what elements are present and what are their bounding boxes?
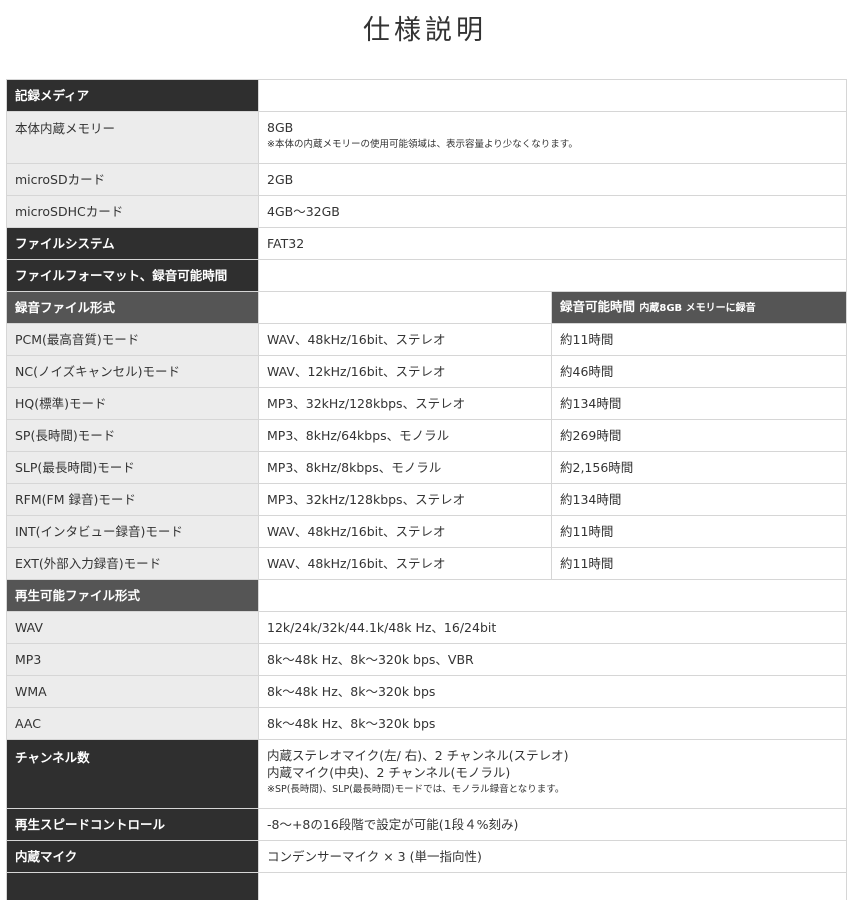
internal-memory-label: 本体内蔵メモリー xyxy=(6,111,259,164)
filesystem-label: ファイルシステム xyxy=(6,227,259,260)
rec-mode-format: MP3、8kHz/8kbps、モノラル xyxy=(258,451,552,484)
rec-mode-time: 約269時間 xyxy=(551,419,847,452)
table-row: AAC 8k～48k Hz、8k～320k bps xyxy=(6,707,847,740)
table-row: EXT(外部入力録音)モード WAV、48kHz/16bit、ステレオ 約11時… xyxy=(6,547,847,580)
table-row: RFM(FM 録音)モード MP3、32kHz/128kbps、ステレオ 約13… xyxy=(6,483,847,516)
table-row: microSDHCカード 4GB～32GB xyxy=(6,195,847,228)
rec-time-header-note: 内蔵8GB メモリーに録音 xyxy=(639,303,756,314)
table-row: 内蔵マイク コンデンサーマイク × 3 (単一指向性) xyxy=(6,840,847,873)
playback-header: 再生可能ファイル形式 xyxy=(6,579,259,612)
filesystem-value: FAT32 xyxy=(258,227,847,260)
rec-mode-format: MP3、32kHz/128kbps、ステレオ xyxy=(258,387,552,420)
next-row-label xyxy=(6,872,259,900)
table-row: 録音ファイル形式 録音可能時間 内蔵8GB メモリーに録音 xyxy=(6,291,847,324)
rec-mode-label: HQ(標準)モード xyxy=(6,387,259,420)
table-row: SP(長時間)モード MP3、8kHz/64kbps、モノラル 約269時間 xyxy=(6,419,847,452)
table-row: INT(インタビュー録音)モード WAV、48kHz/16bit、ステレオ 約1… xyxy=(6,515,847,548)
playback-format-label: WMA xyxy=(6,675,259,708)
internal-memory-note: ※本体の内蔵メモリーの使用可能領域は、表示容量より少なくなります。 xyxy=(267,139,578,150)
internal-memory-cell: 8GB ※本体の内蔵メモリーの使用可能領域は、表示容量より少なくなります。 xyxy=(258,111,847,164)
table-row: PCM(最高音質)モード WAV、48kHz/16bit、ステレオ 約11時間 xyxy=(6,323,847,356)
microsdhc-value: 4GB～32GB xyxy=(258,195,847,228)
rec-format-header: 録音ファイル形式 xyxy=(6,291,259,324)
rec-mode-time: 約11時間 xyxy=(551,323,847,356)
rec-mode-label: NC(ノイズキャンセル)モード xyxy=(6,355,259,388)
channels-note: ※SP(長時間)、SLP(最長時間)モードでは、モノラル録音となります。 xyxy=(267,784,565,795)
playback-format-value: 8k～48k Hz、8k～320k bps xyxy=(258,675,847,708)
spec-table: 記録メディア 本体内蔵メモリー 8GB ※本体の内蔵メモリーの使用可能領域は、表… xyxy=(6,79,847,900)
rec-mode-time: 約11時間 xyxy=(551,547,847,580)
playback-format-value: 12k/24k/32k/44.1k/48k Hz、16/24bit xyxy=(258,611,847,644)
rec-mode-format: WAV、48kHz/16bit、ステレオ xyxy=(258,515,552,548)
mic-value: コンデンサーマイク × 3 (単一指向性) xyxy=(258,840,847,873)
mic-label: 内蔵マイク xyxy=(6,840,259,873)
table-row: 再生可能ファイル形式 xyxy=(6,579,847,612)
table-row: 記録メディア xyxy=(6,79,847,112)
table-row xyxy=(6,872,847,900)
speed-control-value: -8～+8の16段階で設定が可能(1段４%刻み) xyxy=(258,808,847,841)
rec-mode-time: 約134時間 xyxy=(551,483,847,516)
table-row: SLP(最長時間)モード MP3、8kHz/8kbps、モノラル 約2,156時… xyxy=(6,451,847,484)
channels-label: チャンネル数 xyxy=(6,739,259,809)
rec-time-header-label: 録音可能時間 xyxy=(560,299,636,314)
rec-mode-label: SP(長時間)モード xyxy=(6,419,259,452)
rec-mode-format: WAV、48kHz/16bit、ステレオ xyxy=(258,547,552,580)
playback-format-value: 8k～48k Hz、8k～320k bps、VBR xyxy=(258,643,847,676)
playback-format-value: 8k～48k Hz、8k～320k bps xyxy=(258,707,847,740)
rec-mode-label: SLP(最長時間)モード xyxy=(6,451,259,484)
rec-mode-format: WAV、12kHz/16bit、ステレオ xyxy=(258,355,552,388)
page-title: 仕様説明 xyxy=(363,15,487,46)
rec-mode-format: MP3、8kHz/64kbps、モノラル xyxy=(258,419,552,452)
table-row: MP3 8k～48k Hz、8k～320k bps、VBR xyxy=(6,643,847,676)
rec-mode-time: 約134時間 xyxy=(551,387,847,420)
table-row: WAV 12k/24k/32k/44.1k/48k Hz、16/24bit xyxy=(6,611,847,644)
rec-time-header: 録音可能時間 内蔵8GB メモリーに録音 xyxy=(551,291,847,324)
rec-mode-label: RFM(FM 録音)モード xyxy=(6,483,259,516)
microsd-value: 2GB xyxy=(258,163,847,196)
rec-mode-label: PCM(最高音質)モード xyxy=(6,323,259,356)
table-row: ファイルシステム FAT32 xyxy=(6,227,847,260)
channels-cell: 内蔵ステレオマイク(左/ 右)、2 チャンネル(ステレオ) 内蔵マイク(中央)、… xyxy=(258,739,847,809)
table-row: microSDカード 2GB xyxy=(6,163,847,196)
table-row: チャンネル数 内蔵ステレオマイク(左/ 右)、2 チャンネル(ステレオ) 内蔵マ… xyxy=(6,739,847,809)
rec-mode-format: MP3、32kHz/128kbps、ステレオ xyxy=(258,483,552,516)
table-row: HQ(標準)モード MP3、32kHz/128kbps、ステレオ 約134時間 xyxy=(6,387,847,420)
table-row: WMA 8k～48k Hz、8k～320k bps xyxy=(6,675,847,708)
media-header: 記録メディア xyxy=(6,79,259,112)
table-row: 本体内蔵メモリー 8GB ※本体の内蔵メモリーの使用可能領域は、表示容量より少な… xyxy=(6,111,847,164)
channels-line-1: 内蔵ステレオマイク(左/ 右)、2 チャンネル(ステレオ) xyxy=(267,748,569,763)
table-row: ファイルフォーマット、録音可能時間 xyxy=(6,259,847,292)
microsdhc-label: microSDHCカード xyxy=(6,195,259,228)
playback-format-label: AAC xyxy=(6,707,259,740)
table-row: NC(ノイズキャンセル)モード WAV、12kHz/16bit、ステレオ 約46… xyxy=(6,355,847,388)
spec-page: 仕様説明 記録メディア 本体内蔵メモリー 8GB ※本体の内蔵メモリーの使用可能… xyxy=(0,0,850,900)
internal-memory-value: 8GB xyxy=(267,120,294,135)
rec-mode-time: 約46時間 xyxy=(551,355,847,388)
rec-mode-label: INT(インタビュー録音)モード xyxy=(6,515,259,548)
rec-mode-label: EXT(外部入力録音)モード xyxy=(6,547,259,580)
rec-mode-time: 約11時間 xyxy=(551,515,847,548)
rec-mode-time: 約2,156時間 xyxy=(551,451,847,484)
playback-format-label: WAV xyxy=(6,611,259,644)
rec-mode-format: WAV、48kHz/16bit、ステレオ xyxy=(258,323,552,356)
microsd-label: microSDカード xyxy=(6,163,259,196)
playback-format-label: MP3 xyxy=(6,643,259,676)
speed-control-label: 再生スピードコントロール xyxy=(6,808,259,841)
table-row: 再生スピードコントロール -8～+8の16段階で設定が可能(1段４%刻み) xyxy=(6,808,847,841)
channels-line-2: 内蔵マイク(中央)、2 チャンネル(モノラル) xyxy=(267,765,511,780)
format-section-header: ファイルフォーマット、録音可能時間 xyxy=(6,259,259,292)
